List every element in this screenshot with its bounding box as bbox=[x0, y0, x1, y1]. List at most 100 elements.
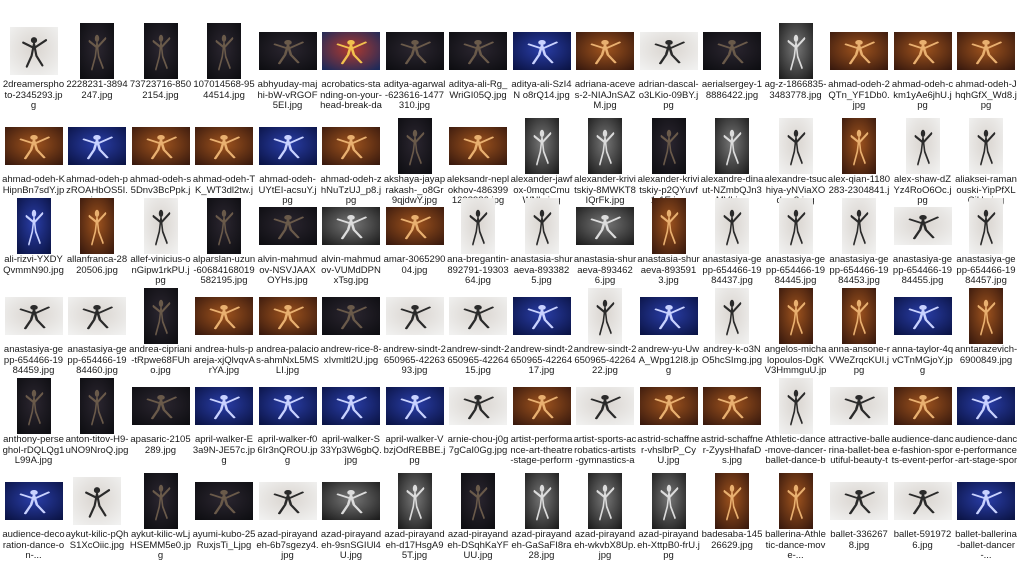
file-item[interactable]: anton-titov-H9-uNO9NroQ.jpg bbox=[66, 377, 129, 461]
file-item[interactable]: artist-performance-art-theatre-stage-per… bbox=[510, 377, 573, 467]
file-item[interactable]: alex-qian-1180283-2304841.jpg bbox=[828, 117, 891, 206]
file-item[interactable]: anastasiya-gepp-654466-1984455.jpg bbox=[891, 197, 954, 286]
file-item[interactable]: alexander-jawfox-0mqcCmuWNlc.jpg bbox=[510, 117, 573, 206]
file-item[interactable]: ballet-ballerina-ballet-dancer-... bbox=[955, 472, 1018, 561]
file-item[interactable]: azad-pirayandeh-GaSaFI8ra28.jpg bbox=[510, 472, 573, 561]
file-item[interactable]: aleksandr-neplokhov-4863991238986.jpg bbox=[447, 117, 510, 206]
file-item[interactable]: andrea-cipriani-tRpwe68FUho.jpg bbox=[129, 287, 192, 376]
file-item[interactable]: april-walker-VbzjOdREBBE.jpg bbox=[383, 377, 446, 466]
file-item[interactable]: abhyuday-majhi-bW-vRGOF5EI.jpg bbox=[256, 22, 319, 111]
file-item[interactable]: ahmad-odeh-pzROAHbOS5I.jpg bbox=[66, 117, 129, 206]
photo-thumbnail-icon bbox=[639, 32, 698, 70]
file-item[interactable]: alexander-krivitskiy-8MWKT8IQrFk.jpg bbox=[574, 117, 637, 206]
file-item[interactable]: adriana-aceves-2-NIAJnSAZM.jpg bbox=[574, 22, 637, 111]
file-item[interactable]: ag-z-1866835-3483778.jpg bbox=[764, 22, 827, 106]
file-item[interactable]: aykut-kilic-pQhS1XcOiic.jpg bbox=[66, 472, 129, 556]
file-item[interactable]: anntarazevich-6900849.jpg bbox=[955, 287, 1018, 371]
file-item[interactable]: alvin-mahmudov-NSVJAAXOYHs.jpg bbox=[256, 197, 319, 286]
file-item[interactable]: artist-sports-acrobatics-artists-gymnast… bbox=[574, 377, 637, 467]
file-item[interactable]: azad-pirayandeh-DSqhKaYFUU.jpg bbox=[447, 472, 510, 561]
file-item[interactable]: anastasia-shuraeva-8933825.jpg bbox=[510, 197, 573, 286]
file-item[interactable]: allef-vinicius-onGipw1rkPU.jpg bbox=[129, 197, 192, 286]
file-item[interactable]: andrew-sindt-2650965-4226417.jpg bbox=[510, 287, 573, 376]
file-item[interactable]: anastasia-shuraeva-8935913.jpg bbox=[637, 197, 700, 286]
file-item[interactable]: azad-pirayandeh-XttpB0-frU.jpg bbox=[637, 472, 700, 561]
file-item[interactable]: azad-pirayandeh-d17HsgA95T.jpg bbox=[383, 472, 446, 561]
file-item[interactable]: audience-decoration-dance-on-... bbox=[2, 472, 65, 561]
file-item[interactable]: anthony-perseghol-rDQLQg1L99A.jpg bbox=[2, 377, 65, 466]
file-item[interactable]: alex-shaw-dZYz4RoO6Oc.jpg bbox=[891, 117, 954, 206]
file-item[interactable]: anna-ansone-rVWeZrqcKUI.jpg bbox=[828, 287, 891, 376]
file-item[interactable]: allanfranca-2820506.jpg bbox=[66, 197, 129, 281]
file-item[interactable]: ballerina-Athletic-dance-move-... bbox=[764, 472, 827, 561]
file-item[interactable]: arnie-chou-j0g7gCaI0Gg.jpg bbox=[447, 377, 510, 461]
file-item[interactable]: aykut-kilic-wLjHSEMM5e0.jpg bbox=[129, 472, 192, 561]
file-item[interactable]: april-walker-f06Ir3nQROU.jpg bbox=[256, 377, 319, 466]
file-item[interactable]: april-walker-S33Yp3W6gbQ.jpg bbox=[320, 377, 383, 466]
file-item[interactable]: 73723716-8502154.jpg bbox=[129, 22, 192, 106]
file-item[interactable]: anna-taylor-4qvCTnMGjoY.jpg bbox=[891, 287, 954, 376]
file-item[interactable]: april-walker-E3a9N-JE57c.jpg bbox=[193, 377, 256, 466]
file-item[interactable]: Athletic-dance-move-dancer-ballet-dance-… bbox=[764, 377, 827, 467]
file-item[interactable]: ahmad-odeh-zhNuTzUJ_p8.jpg bbox=[320, 117, 383, 206]
file-item[interactable]: anastasiya-gepp-654466-1984460.jpg bbox=[66, 287, 129, 376]
file-item[interactable]: ali-rizvi-YXDYQvmmN90.jpg bbox=[2, 197, 65, 281]
file-item[interactable]: andrew-sindt-2650965-4226393.jpg bbox=[383, 287, 446, 376]
file-item[interactable]: andrew-sindt-2650965-4226422.jpg bbox=[574, 287, 637, 376]
file-item[interactable]: azad-pirayandeh-6b7sgezy4.jpg bbox=[256, 472, 319, 561]
file-item[interactable]: audience-dance-fashion-sports-event-perf… bbox=[891, 377, 954, 467]
file-item[interactable]: alexander-krivitskiy-p2QYuvf1-1E.jpg bbox=[637, 117, 700, 206]
file-item[interactable]: anastasiya-gepp-654466-1984437.jpg bbox=[701, 197, 764, 286]
file-item[interactable]: attractive-ballerina-ballet-beautiful-be… bbox=[828, 377, 891, 467]
file-item[interactable]: aliaksei-ramanouski-YipPfXLCiUo.jpg bbox=[955, 117, 1018, 206]
file-item[interactable]: ballet-3362678.jpg bbox=[828, 472, 891, 556]
file-item[interactable]: anastasiya-gepp-654466-1984453.jpg bbox=[828, 197, 891, 286]
file-item[interactable]: audience-dance-performance-art-stage-spo… bbox=[955, 377, 1018, 467]
file-item[interactable]: adrian-dascal-o3LKio-09BY.jpg bbox=[637, 22, 700, 111]
file-item[interactable]: astrid-schaffner-vhslbrP_CyU.jpg bbox=[637, 377, 700, 466]
file-item[interactable]: azad-pirayandeh-wkvbX8Up.jpg bbox=[574, 472, 637, 561]
file-item[interactable]: andrew-rice-8-xIvmltl2U.jpg bbox=[320, 287, 383, 371]
file-item[interactable]: badesaba-14526629.jpg bbox=[701, 472, 764, 556]
photo-thumbnail-icon bbox=[4, 482, 63, 520]
file-item[interactable]: anastasia-shuraeva-8934626.jpg bbox=[574, 197, 637, 286]
file-item[interactable]: aditya-ali-Rg_WriGI05Q.jpg bbox=[447, 22, 510, 106]
file-item[interactable]: alexandre-tsuchiya-yNViaXOdwp8.jpg bbox=[764, 117, 827, 206]
file-item[interactable]: acrobatics-standing-on-your-head-break-d… bbox=[320, 22, 383, 112]
file-item[interactable]: akshaya-jayaprakash-_o8Gr9qjdwY.jpg bbox=[383, 117, 446, 206]
file-item[interactable]: aditya-agarwal-623616-1477310.jpg bbox=[383, 22, 446, 111]
file-item[interactable]: angelos-michalopoulos-DgKV3HmmguU.jpg bbox=[764, 287, 827, 377]
file-item[interactable]: anastasiya-gepp-654466-1984457.jpg bbox=[955, 197, 1018, 286]
file-item[interactable]: aerialsergey-18886422.jpg bbox=[701, 22, 764, 106]
file-item[interactable]: apasaric-2105289.jpg bbox=[129, 377, 192, 461]
file-item[interactable]: aditya-ali-SzI4N o8rQ14.jpg bbox=[510, 22, 573, 106]
file-item[interactable]: 2228231-3894247.jpg bbox=[66, 22, 129, 106]
file-item[interactable]: 107014568-9544514.jpg bbox=[193, 22, 256, 106]
file-item[interactable]: ballet-5919726.jpg bbox=[891, 472, 954, 556]
file-item[interactable]: ahmad-odeh-JhqhGfX_Wd8.jpg bbox=[955, 22, 1018, 111]
file-item[interactable]: anastasiya-gepp-654466-1984459.jpg bbox=[2, 287, 65, 376]
file-item[interactable]: andrew-yu-UwA_Wpg12I8.jpg bbox=[637, 287, 700, 376]
file-item[interactable]: ahmad-odeh-UYtEI-acsuY.jpg bbox=[256, 117, 319, 206]
file-item[interactable]: andrea-huls-pareja-xjQlvqvArYA.jpg bbox=[193, 287, 256, 376]
file-item[interactable]: 2dreamersphoto-2345293.jpg bbox=[2, 22, 65, 111]
file-item[interactable]: ayumi-kubo-25RuxjsTi_Ljpg bbox=[193, 472, 256, 556]
file-item[interactable]: alexandre-dinaut-NZmbQJn3MVI.jpg bbox=[701, 117, 764, 206]
file-item[interactable]: amar-306529004.jpg bbox=[383, 197, 446, 281]
file-item[interactable]: ahmad-odeh-2QTn_YF1Db0.jpg bbox=[828, 22, 891, 111]
file-item[interactable]: ana-bregantin-892791-1930364.jpg bbox=[447, 197, 510, 286]
file-item[interactable]: astrid-schaffner-ZyysHhafaDs.jpg bbox=[701, 377, 764, 466]
file-item[interactable]: andrey-k-o3NO5hcSImg.jpg bbox=[701, 287, 764, 371]
photo-thumbnail-icon bbox=[195, 387, 253, 425]
file-item[interactable]: ahmad-odeh-KHipnBn7sdY.jpg bbox=[2, 117, 65, 206]
file-item[interactable]: andrew-sindt-2650965-4226415.jpg bbox=[447, 287, 510, 376]
file-name-label: andrey-k-o3NO5hcSImg.jpg bbox=[701, 345, 763, 366]
file-item[interactable]: ahmad-odeh-TK_WT3dl2tw.jpg bbox=[193, 117, 256, 206]
file-item[interactable]: ahmad-odeh-s5Dnv3BcPpk.jpg bbox=[129, 117, 192, 206]
file-item[interactable]: ahmad-odeh-ckm1yAe6jhU.jpg bbox=[891, 22, 954, 111]
file-item[interactable]: alvin-mahmudov-VUMdDPNxTsg.jpg bbox=[320, 197, 383, 286]
file-item[interactable]: azad-pirayandeh-9snSGIUl4U.jpg bbox=[320, 472, 383, 561]
file-item[interactable]: andrea-palacios-ahmNxL5MSLI.jpg bbox=[256, 287, 319, 376]
file-item[interactable]: anastasiya-gepp-654466-1984445.jpg bbox=[764, 197, 827, 286]
file-item[interactable]: alparslan-uzun-60684168019582195.jpg bbox=[193, 197, 256, 286]
